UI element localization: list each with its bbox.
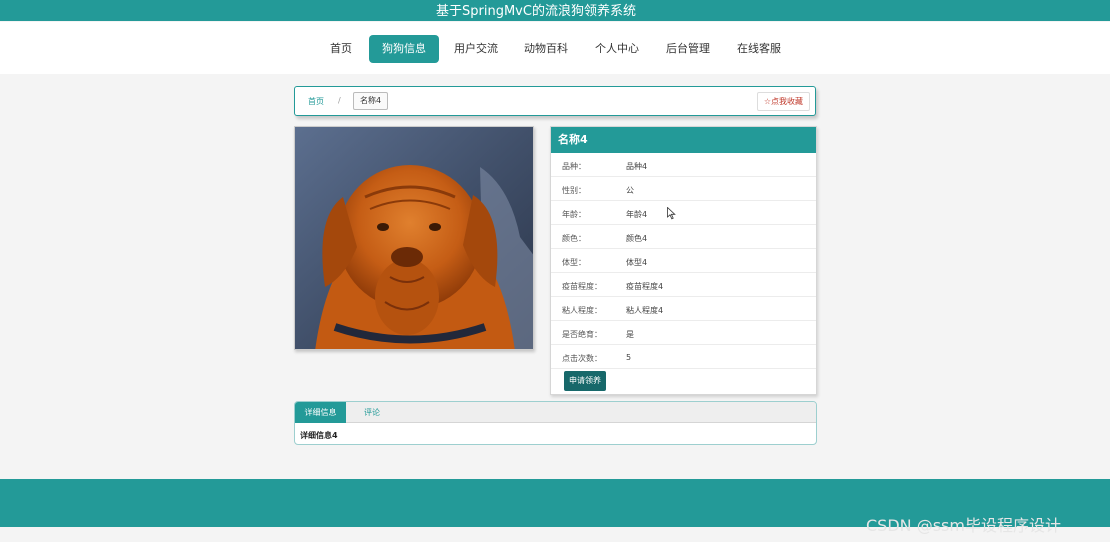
detail-value: 是 (626, 330, 634, 339)
detail-row-breed: 品种： 品种4 (551, 153, 816, 177)
detail-value: 5 (626, 353, 632, 362)
nav-item-admin[interactable]: 后台管理 (660, 35, 716, 63)
detail-value: 疫苗程度4 (626, 282, 664, 291)
main-nav: 首页 狗狗信息 用户交流 动物百科 个人中心 后台管理 在线客服 (0, 22, 1110, 74)
favorite-button[interactable]: ☆点我收藏 (756, 92, 810, 111)
detail-value: 粘人程度4 (626, 306, 664, 315)
detail-value: 品种4 (626, 162, 648, 171)
watermark: CSDN @ssm毕设程序设计 (866, 516, 1061, 535)
detail-value: 颜色4 (626, 234, 648, 243)
nav-item-dog-info[interactable]: 狗狗信息 (369, 35, 439, 63)
detail-row-neutered: 是否绝育： 是 (551, 321, 816, 345)
detail-row-color: 颜色： 颜色4 (551, 225, 816, 249)
app-title: 基于SpringMvC的流浪狗领养系统 (436, 4, 636, 19)
detail-key: 粘人程度： (562, 306, 602, 315)
nav-item-personal-center[interactable]: 个人中心 (589, 35, 645, 63)
top-title-bar: 基于SpringMvC的流浪狗领养系统 (0, 0, 1110, 21)
breadcrumb-home-link[interactable]: 首页 (308, 96, 324, 107)
mouse-pointer-icon (667, 205, 676, 224)
tab-bar: 详细信息 评论 (295, 402, 816, 423)
tab-details[interactable]: 详细信息 (295, 402, 346, 423)
nav-item-home[interactable]: 首页 (320, 35, 362, 63)
detail-key: 疫苗程度： (562, 282, 602, 291)
detail-key: 年龄： (562, 210, 586, 219)
detail-row-vaccine: 疫苗程度： 疫苗程度4 (551, 273, 816, 297)
dog-photo (294, 126, 534, 350)
detail-row-clinginess: 粘人程度： 粘人程度4 (551, 297, 816, 321)
nav-item-user-exchange[interactable]: 用户交流 (448, 35, 504, 63)
detail-value: 体型4 (626, 258, 648, 267)
detail-row-clicks: 点击次数： 5 (551, 345, 816, 369)
detail-tabs: 详细信息 评论 详细信息4 (294, 401, 817, 445)
detail-key: 体型： (562, 258, 586, 267)
detail-row-size: 体型： 体型4 (551, 249, 816, 273)
detail-key: 品种： (562, 162, 586, 171)
tab-content: 详细信息4 (300, 431, 338, 440)
detail-key: 点击次数： (562, 354, 602, 363)
breadcrumb-current: 名称4 (353, 92, 389, 110)
tab-comments[interactable]: 评论 (346, 402, 398, 423)
detail-key: 颜色： (562, 234, 586, 243)
detail-title: 名称4 (551, 127, 816, 153)
detail-value: 年龄4 (626, 210, 648, 219)
detail-key: 是否绝育： (562, 330, 602, 339)
nav-item-online-service[interactable]: 在线客服 (731, 35, 787, 63)
apply-adoption-button[interactable]: 申请领养 (564, 371, 606, 391)
detail-row-gender: 性别： 公 (551, 177, 816, 201)
dog-detail-panel: 名称4 品种： 品种4 性别： 公 年龄： 年龄4 颜色： 颜色4 体型： 体型… (550, 126, 817, 395)
detail-row-age: 年龄： 年龄4 (551, 201, 816, 225)
detail-key: 性别： (562, 186, 586, 195)
breadcrumb-separator: / (338, 96, 341, 105)
detail-value: 公 (626, 186, 634, 195)
nav-item-animal-encyclopedia[interactable]: 动物百科 (518, 35, 574, 63)
breadcrumb: 首页 / 名称4 ☆点我收藏 (294, 86, 816, 116)
